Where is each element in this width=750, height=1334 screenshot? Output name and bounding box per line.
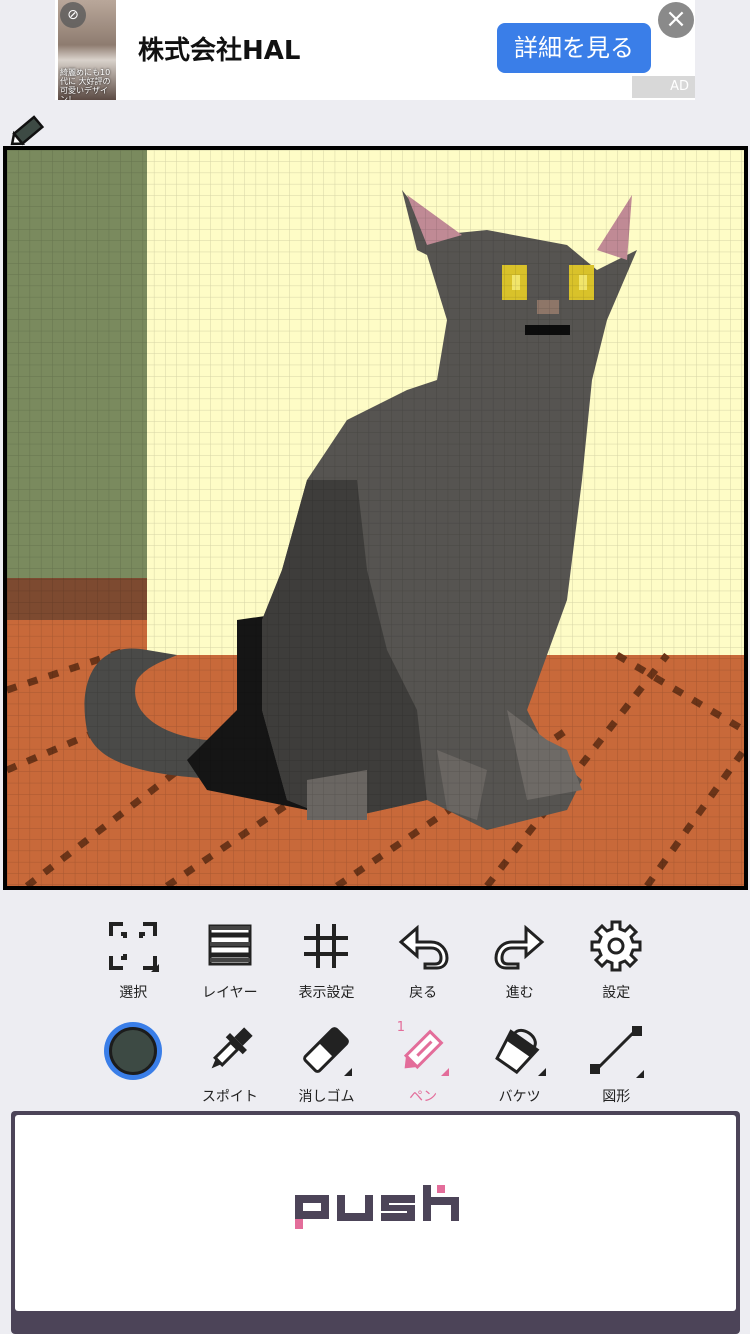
push-button[interactable] xyxy=(11,1111,740,1334)
display-settings-label: 表示設定 xyxy=(298,985,355,1001)
layer-label: レイヤー xyxy=(202,985,258,1001)
eyedropper-tool-button[interactable]: スポイト xyxy=(182,1022,279,1112)
drawing-tools-toolbar: スポイト 消しゴム 1 ペン バケツ 図形 xyxy=(85,1020,665,1112)
redo-icon xyxy=(494,924,544,970)
mute-icon[interactable]: ⊘ xyxy=(60,2,86,28)
ad-tag: AD xyxy=(632,76,695,98)
eraser-label: 消しゴム xyxy=(298,1089,355,1105)
push-button-face[interactable] xyxy=(15,1115,736,1311)
current-color-swatch[interactable] xyxy=(104,1022,163,1080)
color-picker-button[interactable] xyxy=(85,1022,182,1112)
drawing-canvas[interactable] xyxy=(3,146,748,890)
select-label: 選択 xyxy=(119,985,148,1001)
bucket-tool-button[interactable]: バケツ xyxy=(471,1022,568,1112)
pixel-art-canvas[interactable] xyxy=(7,150,744,886)
ad-thumbnail-caption: 綺麗めにも10代に 大好評の可愛いデザイン！ xyxy=(60,68,111,100)
close-icon[interactable]: × xyxy=(658,2,694,38)
pixel-grid xyxy=(7,150,744,886)
bucket-label: バケツ xyxy=(498,1089,541,1105)
pen-tool-button[interactable]: 1 ペン xyxy=(375,1020,472,1112)
settings-button[interactable]: 設定 xyxy=(568,918,665,1008)
gear-icon xyxy=(590,920,642,972)
pen-cursor-icon xyxy=(10,115,45,146)
ad-details-button[interactable]: 詳細を見る xyxy=(497,23,651,73)
layers-icon xyxy=(208,924,252,966)
pen-size-indicator: 1 xyxy=(396,1020,406,1035)
eraser-icon xyxy=(303,1027,353,1076)
eyedropper-icon xyxy=(211,1027,253,1069)
ad-company-name[interactable]: 株式会社HAL xyxy=(138,30,300,67)
select-icon xyxy=(109,922,160,972)
shape-label: 図形 xyxy=(602,1089,631,1105)
line-shape-icon xyxy=(590,1026,645,1078)
eyedropper-label: スポイト xyxy=(201,1089,258,1105)
display-settings-button[interactable]: 表示設定 xyxy=(278,918,375,1008)
settings-label: 設定 xyxy=(602,985,631,1001)
redo-button[interactable]: 進む xyxy=(471,918,568,1008)
eraser-tool-button[interactable]: 消しゴム xyxy=(278,1022,375,1112)
shape-tool-button[interactable]: 図形 xyxy=(568,1022,665,1112)
undo-button[interactable]: 戻る xyxy=(375,918,472,1008)
undo-label: 戻る xyxy=(409,985,438,1001)
undo-icon xyxy=(398,924,449,970)
bucket-icon xyxy=(494,1028,546,1076)
main-toolbar: 選択 レイヤー 表示設定 戻る 進む 設定 xyxy=(85,918,665,1008)
layer-tool-button[interactable]: レイヤー xyxy=(182,918,279,1008)
select-tool-button[interactable]: 選択 xyxy=(85,918,182,1008)
redo-label: 進む xyxy=(505,985,534,1001)
push-logo xyxy=(295,1185,459,1229)
ad-thumbnail[interactable]: ⊘ 綺麗めにも10代に 大好評の可愛いデザイン！ xyxy=(58,0,116,100)
pen-label: ペン xyxy=(409,1089,438,1105)
ad-banner[interactable]: ⊘ 綺麗めにも10代に 大好評の可愛いデザイン！ 株式会社HAL 詳細を見る ×… xyxy=(55,0,695,100)
grid-icon xyxy=(304,924,349,968)
